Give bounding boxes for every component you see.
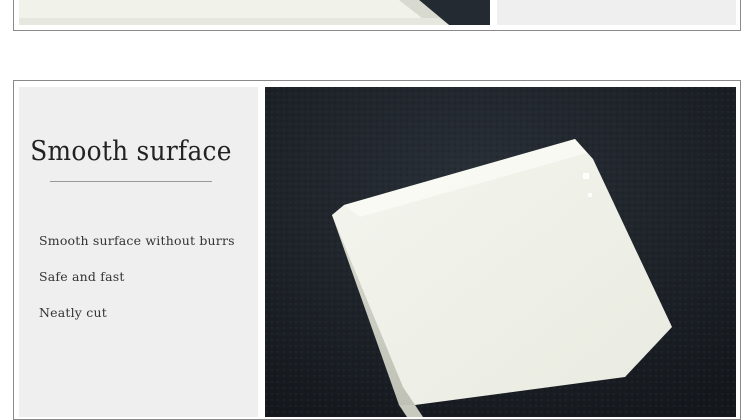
- previous-product-photo: [19, 0, 490, 25]
- feature-item: Safe and fast: [39, 269, 125, 284]
- feature-item: Smooth surface without burrs: [39, 233, 235, 248]
- product-photo: [265, 87, 736, 417]
- title-divider: [50, 181, 212, 182]
- feature-item: Neatly cut: [39, 305, 107, 320]
- section-title: Smooth surface: [30, 136, 232, 167]
- previous-section-side-panel: [497, 0, 736, 25]
- feature-panel: Smooth surface Smooth surface without bu…: [19, 87, 258, 417]
